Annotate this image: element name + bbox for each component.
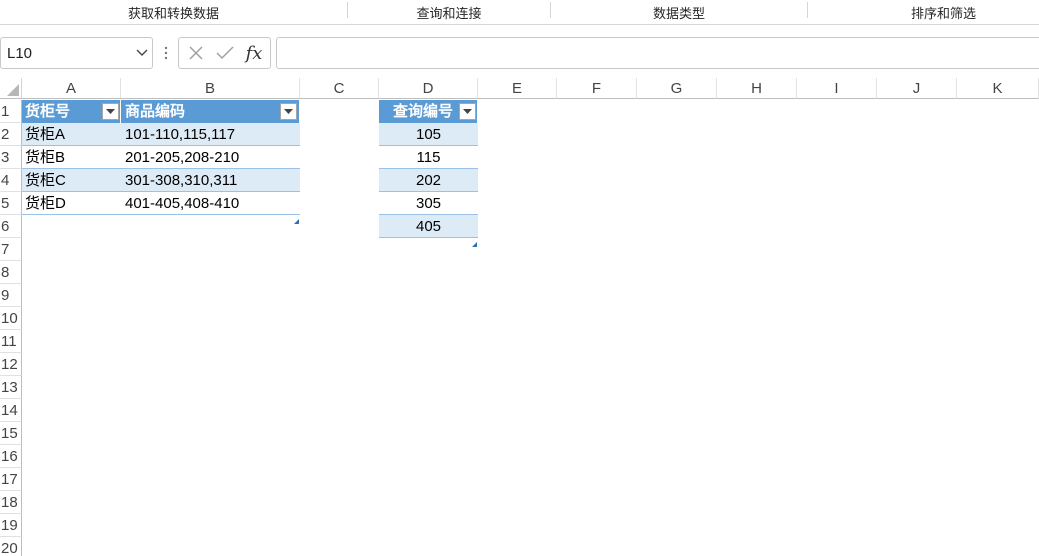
row-header-16[interactable]: 16 (0, 445, 22, 468)
column-header-K[interactable]: K (957, 78, 1039, 99)
row-header-2[interactable]: 2 (0, 123, 22, 146)
table1-cell-cabinet[interactable]: 货柜D (22, 192, 121, 215)
table1-header-product-code[interactable]: 商品编码 (121, 100, 300, 123)
table1-header-cabinet-label: 货柜号 (25, 103, 71, 120)
column-header-B[interactable]: B (121, 78, 300, 99)
table1-cell-cabinet[interactable]: 货柜C (22, 169, 121, 192)
filter-dropdown-icon[interactable] (280, 103, 297, 120)
row-header-20[interactable]: 20 (0, 537, 22, 556)
formula-input[interactable] (276, 37, 1039, 69)
ribbon-group-queries-connections[interactable]: 查询和连接 (348, 0, 550, 24)
row-header-5[interactable]: 5 (0, 192, 22, 215)
table2-cell-value[interactable]: 115 (379, 146, 478, 169)
row-header-7[interactable]: 7 (0, 238, 22, 261)
column-header-E[interactable]: E (478, 78, 557, 99)
table2-cell-value[interactable]: 405 (379, 215, 478, 238)
name-box[interactable]: L10 (0, 37, 153, 69)
column-header-G[interactable]: G (637, 78, 717, 99)
insert-function-icon[interactable]: fx (239, 38, 269, 68)
row-header-15[interactable]: 15 (0, 422, 22, 445)
table1-cell-code[interactable]: 401-405,408-410 (121, 192, 300, 215)
table1-resize-handle-icon[interactable] (294, 209, 299, 224)
row-header-9[interactable]: 9 (0, 284, 22, 307)
column-header-J[interactable]: J (877, 78, 957, 99)
table1-cell-code[interactable]: 101-110,115,117 (121, 123, 300, 146)
filter-dropdown-icon[interactable] (102, 103, 119, 120)
table2-cell-value[interactable]: 105 (379, 123, 478, 146)
row-header-4[interactable]: 4 (0, 169, 22, 192)
row-header-6[interactable]: 6 (0, 215, 22, 238)
row-header-12[interactable]: 12 (0, 353, 22, 376)
row-header-18[interactable]: 18 (0, 491, 22, 514)
column-header-I[interactable]: I (797, 78, 877, 99)
table1-cell-cabinet[interactable]: 货柜A (22, 123, 121, 146)
formula-buttons: fx (178, 37, 271, 69)
select-all-button[interactable] (0, 78, 22, 99)
ribbon-group-sort-filter[interactable]: 排序和筛选 (808, 0, 1039, 24)
column-header-F[interactable]: F (557, 78, 637, 99)
enter-check-icon[interactable] (210, 38, 240, 68)
row-header-17[interactable]: 17 (0, 468, 22, 491)
worksheet-grid[interactable]: A B C D E F G H I J K 1 2 3 4 5 6 7 8 9 … (0, 78, 1039, 556)
column-header-C[interactable]: C (300, 78, 379, 99)
row-header-3[interactable]: 3 (0, 146, 22, 169)
row-header-10[interactable]: 10 (0, 307, 22, 330)
row-header-14[interactable]: 14 (0, 399, 22, 422)
table2-cell-value[interactable]: 305 (379, 192, 478, 215)
table1-cell-cabinet[interactable]: 货柜B (22, 146, 121, 169)
chevron-down-icon[interactable] (132, 38, 152, 68)
name-box-value[interactable]: L10 (1, 45, 132, 62)
column-header-H[interactable]: H (717, 78, 797, 99)
ribbon-group-data-types[interactable]: 数据类型 (551, 0, 807, 24)
row-header-1[interactable]: 1 (0, 100, 22, 123)
select-all-triangle-icon (7, 84, 19, 96)
ribbon-group-get-transform-data[interactable]: 获取和转换数据 (0, 0, 347, 24)
column-header-D[interactable]: D (379, 78, 478, 99)
cancel-icon[interactable] (181, 38, 211, 68)
row-header-19[interactable]: 19 (0, 514, 22, 537)
row-header-13[interactable]: 13 (0, 376, 22, 399)
table1-header-product-code-label: 商品编码 (125, 103, 186, 120)
filter-dropdown-icon[interactable] (459, 103, 476, 120)
table1-cell-code[interactable]: 301-308,310,311 (121, 169, 300, 192)
table2-header-query-id-label: 查询编号 (392, 103, 453, 120)
more-options-icon[interactable] (161, 44, 171, 62)
table1-cell-code[interactable]: 201-205,208-210 (121, 146, 300, 169)
row-header-11[interactable]: 11 (0, 330, 22, 353)
ribbon-group-labels: 获取和转换数据 查询和连接 数据类型 排序和筛选 (0, 0, 1039, 25)
formula-bar-area: L10 fx (0, 25, 1039, 78)
table2-resize-handle-icon[interactable] (472, 232, 477, 247)
table2-cell-value[interactable]: 202 (379, 169, 478, 192)
column-header-A[interactable]: A (22, 78, 121, 99)
row-header-8[interactable]: 8 (0, 261, 22, 284)
